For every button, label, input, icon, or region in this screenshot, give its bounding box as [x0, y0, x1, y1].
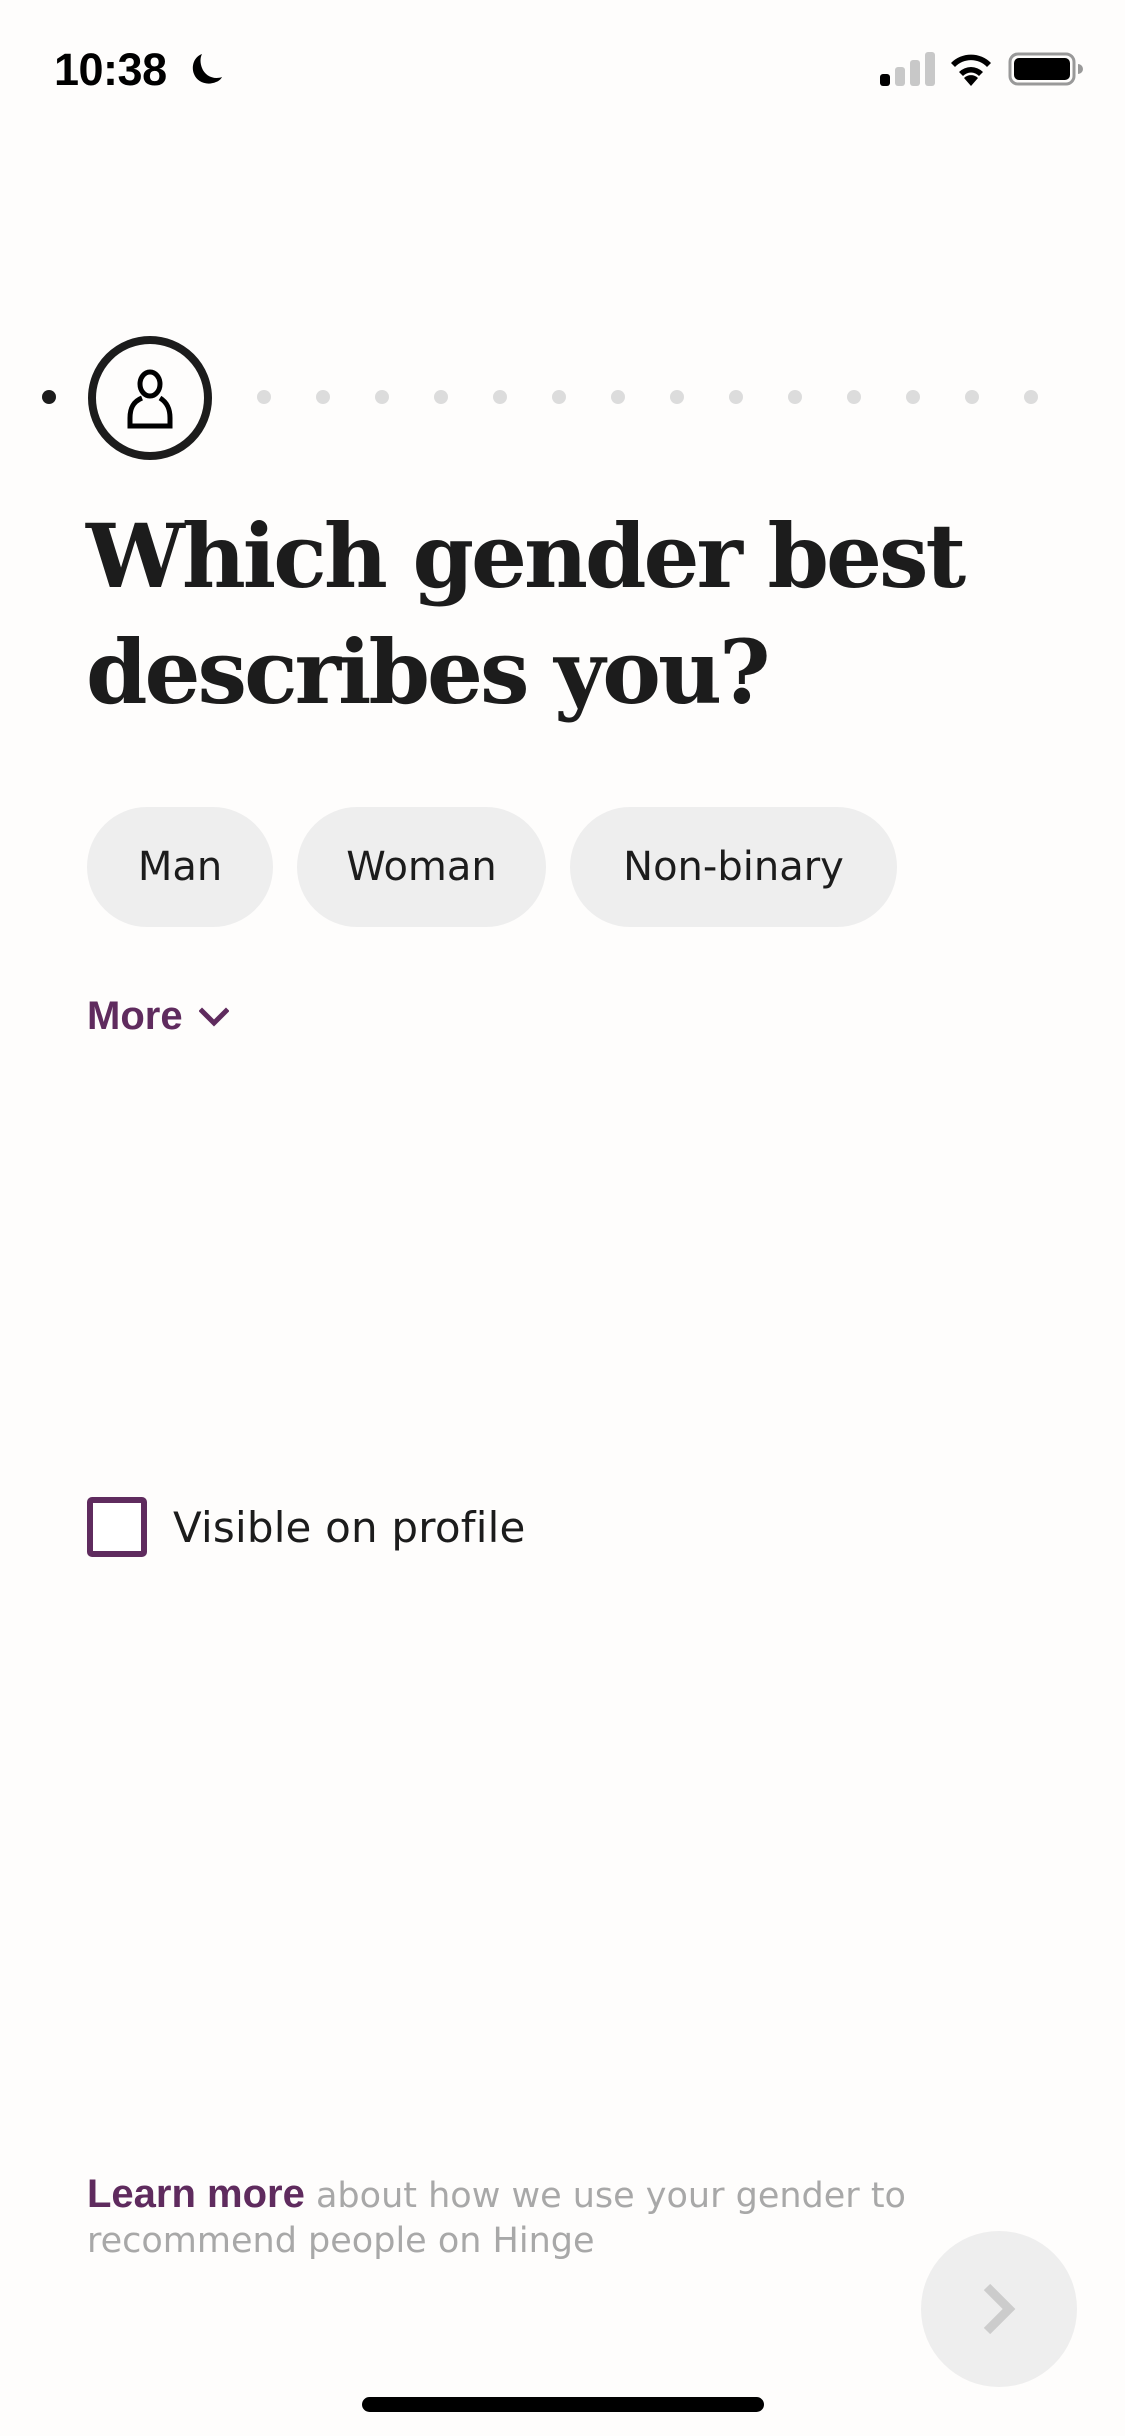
more-options-button[interactable]: More	[87, 994, 229, 1039]
signal-bar	[925, 52, 935, 86]
next-button[interactable]	[921, 2231, 1077, 2387]
chevron-right-icon	[983, 2283, 1016, 2335]
progress-dot-upcoming	[434, 390, 448, 404]
progress-dot-upcoming	[670, 390, 684, 404]
progress-dot-upcoming	[906, 390, 920, 404]
visible-on-profile-label: Visible on profile	[173, 1502, 526, 1552]
status-time: 10:38	[54, 44, 167, 95]
home-indicator[interactable]	[362, 2397, 764, 2412]
progress-dot-completed	[42, 390, 56, 404]
progress-dot-upcoming	[552, 390, 566, 404]
signal-bar	[910, 60, 920, 86]
visible-on-profile-toggle[interactable]: Visible on profile	[87, 1497, 525, 1557]
progress-dot-upcoming	[788, 390, 802, 404]
option-non-binary[interactable]: Non-binary	[570, 807, 897, 927]
visible-on-profile-checkbox[interactable]	[87, 1497, 147, 1557]
wifi-icon	[951, 54, 991, 86]
progress-current-step	[88, 336, 212, 460]
more-label: More	[87, 994, 183, 1038]
gender-usage-info: Learn more about how we use your gender …	[87, 2172, 907, 2264]
progress-dot-upcoming	[965, 390, 979, 404]
progress-dot-upcoming	[1024, 390, 1038, 404]
battery-icon	[1008, 52, 1083, 86]
signal-bar	[880, 74, 890, 86]
person-icon	[127, 369, 173, 429]
progress-dot-upcoming	[729, 390, 743, 404]
progress-dot-upcoming	[257, 390, 271, 404]
option-woman[interactable]: Woman	[297, 807, 546, 927]
chevron-down-icon	[198, 1006, 229, 1027]
learn-more-link[interactable]: Learn more	[87, 2172, 305, 2216]
status-bar: 10:38	[0, 0, 1125, 132]
progress-dot-upcoming	[847, 390, 861, 404]
gender-options: Man Woman Non-binary	[87, 807, 897, 927]
progress-dot-upcoming	[493, 390, 507, 404]
progress-dot-upcoming	[375, 390, 389, 404]
progress-dot-upcoming	[316, 390, 330, 404]
title-line-2: describes you?	[86, 620, 771, 724]
onboarding-progress	[0, 330, 1125, 466]
progress-dot-upcoming	[611, 390, 625, 404]
page-title: Which gender best describes you?	[86, 498, 986, 730]
signal-icon	[880, 52, 935, 86]
signal-bar	[895, 67, 905, 86]
title-line-1: Which gender best	[86, 504, 966, 608]
moon-icon	[192, 54, 222, 84]
option-man[interactable]: Man	[87, 807, 273, 927]
